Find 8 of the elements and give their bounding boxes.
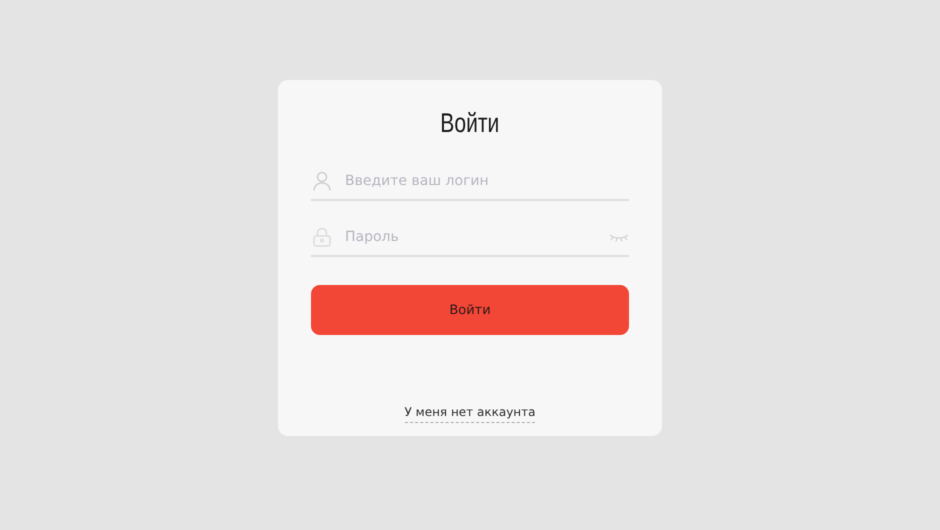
- user-icon: [313, 171, 331, 191]
- password-field[interactable]: Пароль: [343, 228, 597, 246]
- no-account-link[interactable]: У меня нет аккаунта: [404, 405, 536, 423]
- login-button[interactable]: Войти: [311, 285, 629, 335]
- lock-icon: [313, 227, 331, 247]
- login-title: Войти: [440, 108, 500, 139]
- closed-eye-icon[interactable]: [609, 232, 629, 242]
- login-field[interactable]: Введите ваш логин: [343, 172, 629, 190]
